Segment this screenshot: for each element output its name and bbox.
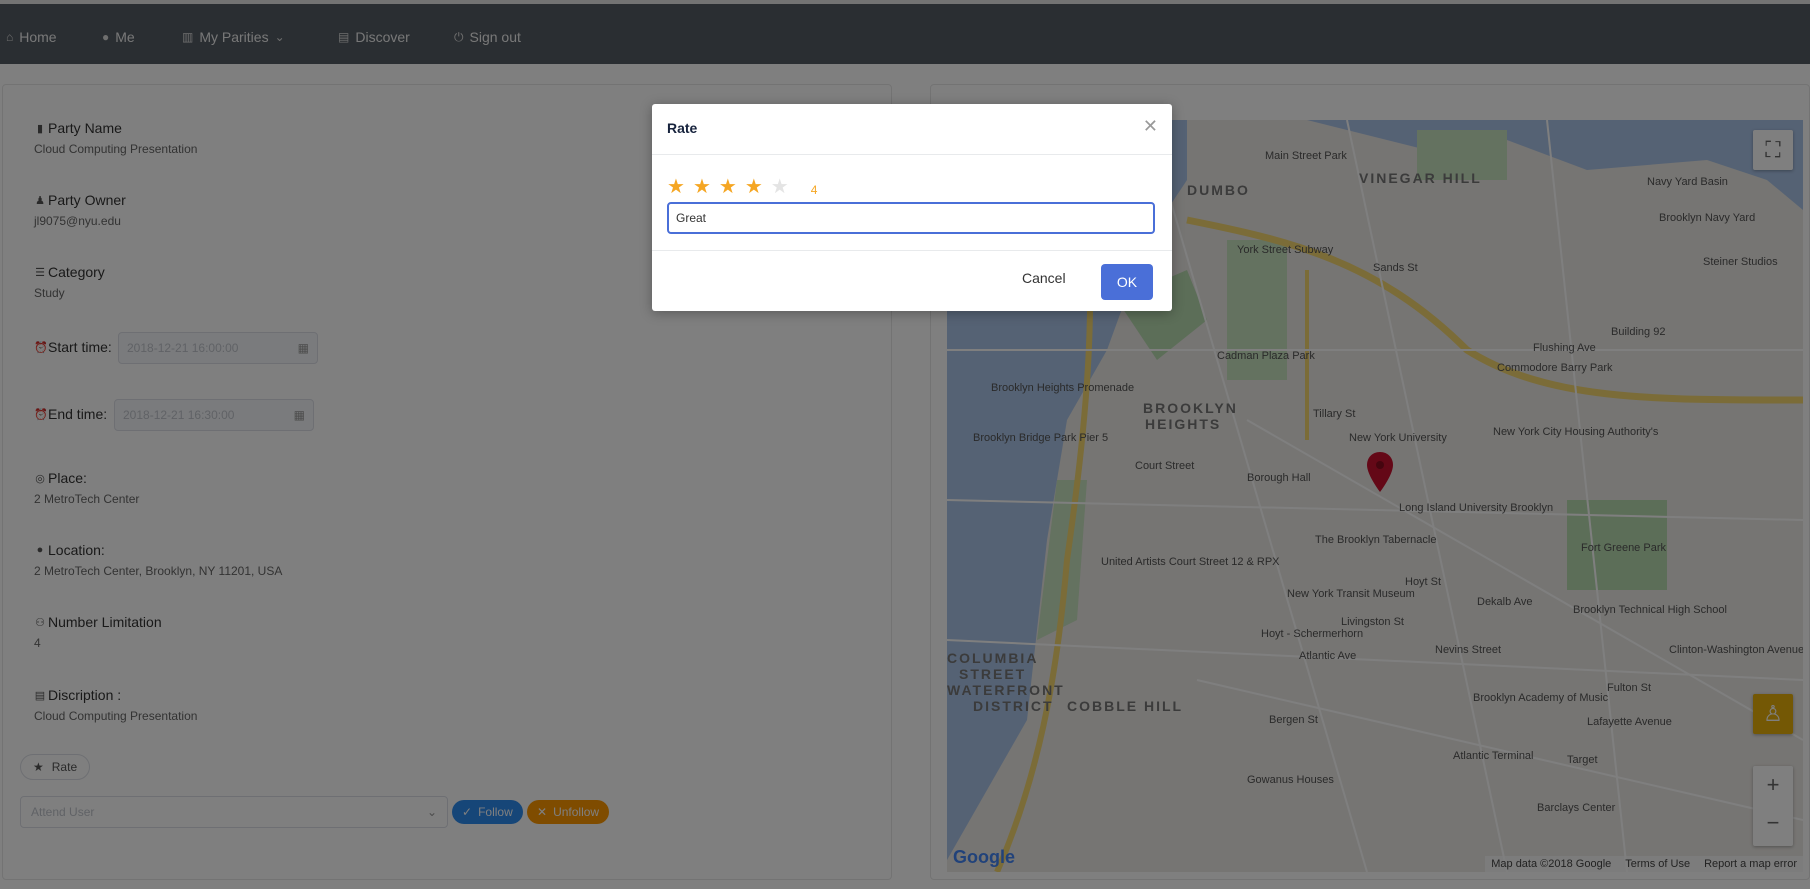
star-rating[interactable]: ★ ★ ★ ★ ★ 4 bbox=[667, 174, 817, 199]
ok-button[interactable]: OK bbox=[1101, 264, 1153, 300]
star-icon[interactable]: ★ bbox=[771, 174, 789, 199]
star-icon[interactable]: ★ bbox=[693, 174, 711, 199]
star-icon[interactable]: ★ bbox=[667, 174, 685, 199]
rate-comment-input[interactable] bbox=[667, 202, 1155, 234]
cancel-button[interactable]: Cancel bbox=[1022, 262, 1066, 294]
rating-value: 4 bbox=[810, 182, 818, 197]
rate-modal: Rate ✕ ★ ★ ★ ★ ★ 4 Cancel OK bbox=[652, 104, 1172, 311]
star-icon[interactable]: ★ bbox=[719, 174, 737, 199]
close-icon[interactable]: ✕ bbox=[1143, 116, 1158, 137]
divider bbox=[652, 154, 1172, 155]
star-icon[interactable]: ★ bbox=[745, 174, 763, 199]
divider bbox=[652, 250, 1172, 251]
modal-title: Rate bbox=[667, 120, 698, 136]
